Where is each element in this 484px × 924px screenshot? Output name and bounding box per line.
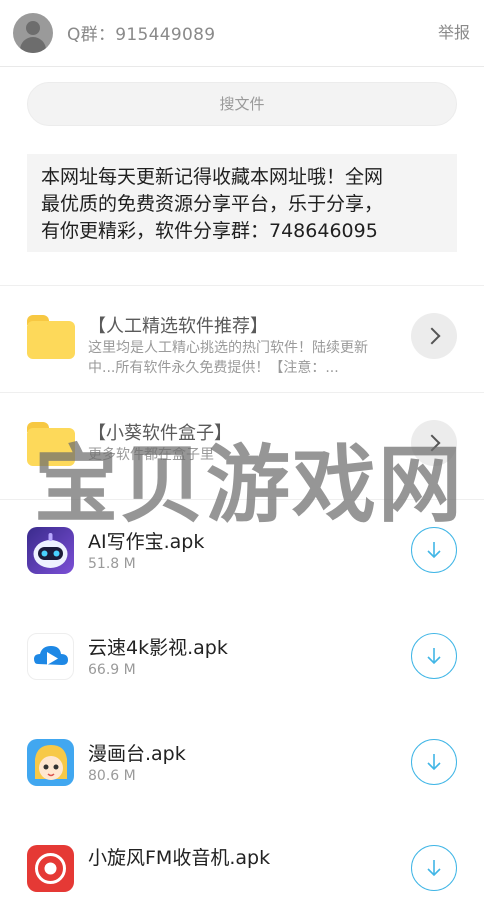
download-arrow-icon bbox=[427, 860, 441, 877]
chevron-right-icon[interactable] bbox=[411, 313, 457, 359]
notice-box: 本网址每天更新记得收藏本网址哦！全网 最优质的免费资源分享平台，乐于分享， 有你… bbox=[27, 154, 457, 252]
search-input[interactable]: 搜文件 bbox=[27, 82, 457, 126]
download-button[interactable] bbox=[411, 739, 457, 785]
file-item[interactable]: 漫画台.apk 80.6 M bbox=[0, 712, 484, 818]
folder-title: 【小葵软件盒子】 bbox=[88, 423, 232, 444]
avatar-body-icon bbox=[20, 37, 46, 53]
folder-description-line: 这里均是人工精心挑选的热门软件！陆续更新 bbox=[88, 340, 368, 356]
folder-description: 这里均是人工精心挑选的热门软件！陆续更新 中...所有软件永久免费提供！【注意：… bbox=[88, 338, 416, 378]
notice-line: 本网址每天更新记得收藏本网址哦！全网 bbox=[41, 166, 384, 188]
download-button[interactable] bbox=[411, 633, 457, 679]
chevron-right-icon[interactable] bbox=[411, 420, 457, 466]
file-size: 80.6 M bbox=[88, 768, 136, 784]
avatar-head-icon bbox=[26, 21, 40, 35]
folder-item-box[interactable]: 【小葵软件盒子】 更多软件都在盒子里 bbox=[0, 393, 484, 499]
download-arrow-icon bbox=[427, 754, 441, 771]
folder-description-line: 更多软件都在盒子里 bbox=[88, 447, 214, 463]
download-arrow-icon bbox=[427, 648, 441, 665]
folder-description-line: 中...所有软件永久免费提供！【注意：... bbox=[88, 360, 339, 376]
file-name: 漫画台.apk bbox=[88, 743, 186, 765]
report-button[interactable]: 举报 bbox=[438, 19, 470, 43]
file-name: 云速4k影视.apk bbox=[88, 637, 228, 659]
download-button[interactable] bbox=[411, 527, 457, 573]
file-size: 51.8 M bbox=[88, 556, 136, 572]
notice-line: 有你更精彩，软件分享群：748646095 bbox=[41, 220, 378, 242]
folder-title: 【人工精选软件推荐】 bbox=[88, 316, 268, 337]
file-item[interactable]: 云速4k影视.apk 66.9 M bbox=[0, 606, 484, 712]
folder-item-recommended[interactable]: 【人工精选软件推荐】 这里均是人工精心挑选的热门软件！陆续更新 中...所有软件… bbox=[0, 286, 484, 392]
download-arrow-icon bbox=[427, 542, 441, 559]
file-item[interactable]: 小旋风FM收音机.apk bbox=[0, 818, 484, 924]
file-name: AI写作宝.apk bbox=[88, 531, 205, 553]
file-size: 66.9 M bbox=[88, 662, 136, 678]
folder-icon bbox=[27, 422, 75, 466]
robot-app-icon bbox=[27, 527, 74, 574]
radio-app-icon bbox=[27, 845, 74, 892]
cloud-play-app-icon bbox=[27, 633, 74, 680]
header-bar: Q群：915449089 举报 bbox=[0, 0, 484, 67]
file-name: 小旋风FM收音机.apk bbox=[88, 847, 271, 869]
qq-group-label: Q群：915449089 bbox=[67, 25, 216, 45]
folder-description: 更多软件都在盒子里 bbox=[88, 445, 416, 465]
download-button[interactable] bbox=[411, 845, 457, 891]
notice-line: 最优质的免费资源分享平台，乐于分享， bbox=[41, 193, 384, 215]
anime-girl-app-icon bbox=[27, 739, 74, 786]
avatar[interactable] bbox=[13, 13, 53, 53]
file-item[interactable]: AI写作宝.apk 51.8 M bbox=[0, 500, 484, 606]
folder-icon bbox=[27, 315, 75, 359]
